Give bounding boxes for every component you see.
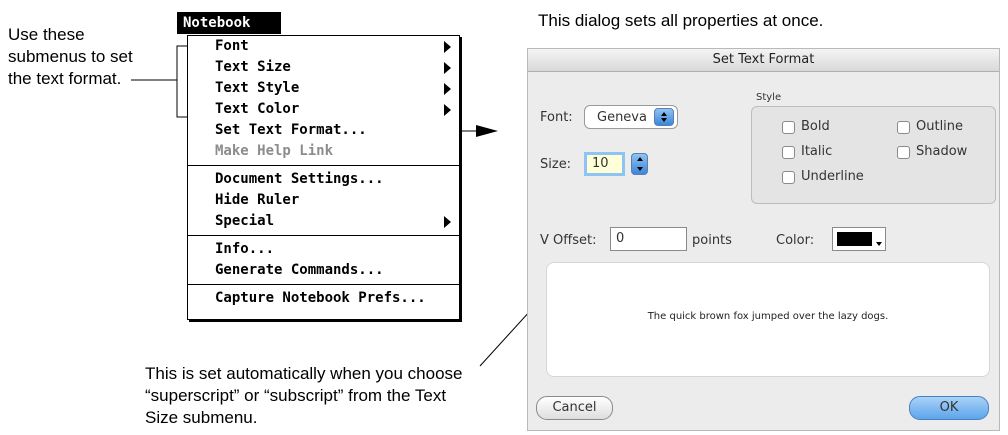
font-label: Font: — [540, 110, 573, 125]
submenu-arrow-icon — [444, 41, 451, 53]
size-stepper[interactable] — [631, 153, 648, 175]
menu-separator — [188, 284, 459, 285]
set-text-format-dialog: Set Text Format Font: Geneva Size: 10 St… — [527, 48, 1000, 431]
dialog-title: Set Text Format — [528, 49, 999, 72]
preview-text: The quick brown fox jumped over the lazy… — [647, 311, 889, 322]
preview-area: The quick brown fox jumped over the lazy… — [546, 262, 990, 377]
ok-button[interactable]: OK — [909, 396, 989, 420]
color-label: Color: — [776, 233, 815, 248]
menu-separator — [188, 235, 459, 236]
menu-item-set-text-format[interactable]: Set Text Format... — [188, 120, 459, 141]
voffset-field[interactable]: 0 — [610, 227, 687, 251]
style-group-label: Style — [756, 92, 782, 103]
submenu-arrow-icon — [444, 83, 451, 95]
menu-item-font[interactable]: Font — [188, 36, 459, 57]
menu-item-document-settings[interactable]: Document Settings... — [188, 169, 459, 190]
voffset-unit: points — [692, 233, 732, 248]
size-field[interactable]: 10 — [584, 152, 625, 176]
menu-item-text-style[interactable]: Text Style — [188, 78, 459, 99]
style-group: Bold Italic Underline Outline Shadow — [751, 106, 996, 204]
submenu-arrow-icon — [444, 216, 451, 228]
menu-separator — [188, 165, 459, 166]
menu-item-info[interactable]: Info... — [188, 239, 459, 260]
menu-item-text-color[interactable]: Text Color — [188, 99, 459, 120]
menu-item-hide-ruler[interactable]: Hide Ruler — [188, 190, 459, 211]
size-label: Size: — [540, 157, 572, 172]
dropdown-arrow-icon — [876, 242, 882, 246]
arrow-head — [476, 125, 498, 137]
notebook-menu-title[interactable]: Notebook — [177, 12, 281, 34]
menu-item-special[interactable]: Special — [188, 211, 459, 232]
font-popup-value: Geneva — [597, 110, 647, 125]
menu-item-make-help-link: Make Help Link — [215, 143, 334, 159]
notebook-menu: Font Text Size Text Style Text Color Set… — [187, 35, 460, 320]
cancel-button[interactable]: Cancel — [536, 396, 613, 420]
voffset-label: V Offset: — [540, 233, 597, 248]
font-popup[interactable]: Geneva — [584, 105, 678, 129]
menu-item-generate-commands[interactable]: Generate Commands... — [188, 260, 459, 281]
menu-item-capture-notebook-prefs[interactable]: Capture Notebook Prefs... — [188, 288, 459, 309]
popup-arrows-icon — [654, 108, 674, 126]
color-swatch — [837, 232, 872, 246]
color-popup[interactable] — [832, 227, 886, 251]
menu-item-text-size[interactable]: Text Size — [188, 57, 459, 78]
submenu-arrow-icon — [444, 104, 451, 116]
submenu-arrow-icon — [444, 62, 451, 74]
